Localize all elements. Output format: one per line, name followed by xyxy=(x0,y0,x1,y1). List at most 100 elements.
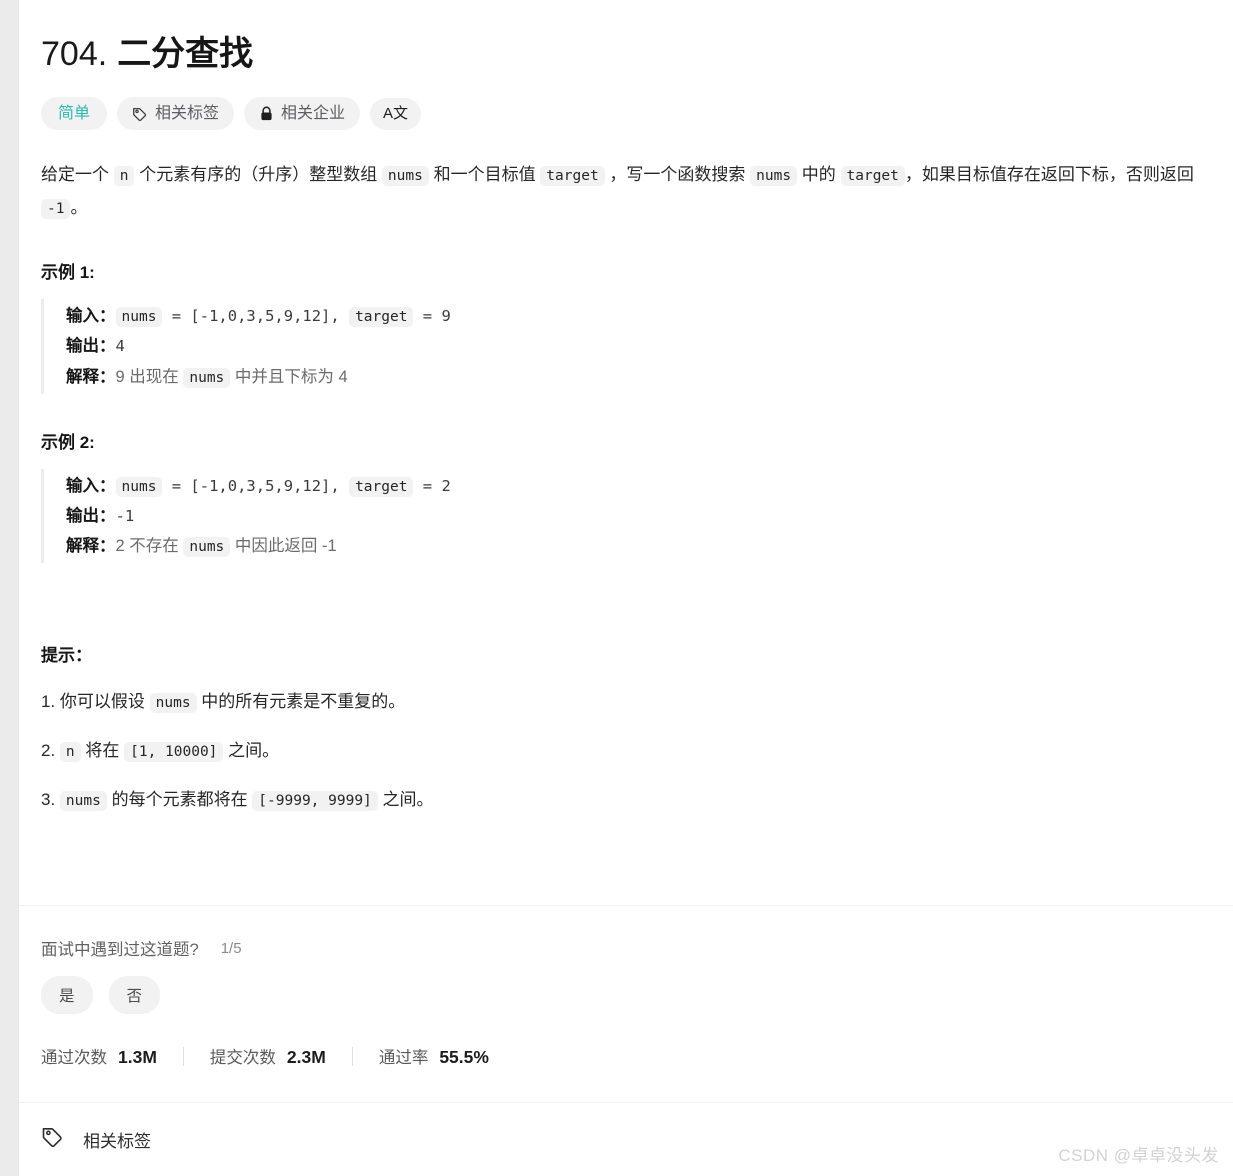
explain-pre: 2 不存在 xyxy=(115,536,184,555)
translate-button[interactable]: A文 xyxy=(370,97,422,130)
problem-title: 二分查找 xyxy=(117,35,254,73)
explain-post: 中并且下标为 4 xyxy=(230,367,348,386)
stat-value: 55.5% xyxy=(439,1047,489,1068)
stat-separator xyxy=(351,1046,353,1066)
poll-question: 面试中遇到过这道题? xyxy=(41,941,199,960)
desc-part-6: ，如果目标值存在返回下标，否则返回 xyxy=(904,165,1194,185)
input-target-value: = 9 xyxy=(413,307,451,326)
output-label: 输出： xyxy=(66,506,116,525)
code-chip-range: [-9999, 9999] xyxy=(252,790,378,811)
code-chip-target: target xyxy=(349,476,414,497)
hint-item: 3. nums 的每个元素都将在 [-9999, 9999] 之间。 xyxy=(41,786,1211,813)
problem-description: 给定一个 n 个元素有序的（升序）整型数组 nums 和一个目标值 target… xyxy=(41,158,1206,224)
related-tags-button[interactable]: 相关标签 xyxy=(117,97,235,131)
code-chip-range: [1, 10000] xyxy=(124,741,224,762)
problem-content: 704. 二分查找 简单 相关标签 相关企业 A文 给定一个 n 个元素有序的（… xyxy=(19,0,1233,813)
desc-part-1: 给定一个 xyxy=(41,165,114,185)
desc-part-3: 和一个目标值 xyxy=(428,165,541,185)
hint-pre: 你可以假设 xyxy=(55,691,150,711)
explain-label: 解释： xyxy=(66,536,116,555)
poll-yes-button[interactable]: 是 xyxy=(41,976,93,1015)
code-chip-nums: nums xyxy=(115,307,163,328)
output-value: 4 xyxy=(115,337,125,356)
desc-part-4: ，写一个函数搜索 xyxy=(604,165,751,185)
code-chip-nums-explain: nums xyxy=(183,536,231,557)
poll-no-button[interactable]: 否 xyxy=(108,976,161,1015)
difficulty-badge[interactable]: 简单 xyxy=(41,97,108,131)
code-chip-n: n xyxy=(59,741,81,762)
example-2-heading: 示例 2: xyxy=(41,432,95,452)
desc-part-2: 个元素有序的（升序）整型数组 xyxy=(134,165,382,185)
hints-heading: 提示： xyxy=(41,645,92,665)
example-1-heading: 示例 1: xyxy=(41,263,95,283)
input-array: = [-1,0,3,5,9,12], xyxy=(162,476,350,495)
desc-part-7: 。 xyxy=(70,198,88,218)
related-tags-section[interactable]: 相关标签 xyxy=(19,1103,1233,1154)
stat-accepted: 通过次数 1.3M xyxy=(41,1044,157,1068)
stat-label: 提交次数 xyxy=(209,1049,276,1068)
example-2-block: 输入： nums = [-1,0,3,5,9,12], target = 2 输出… xyxy=(41,468,1211,563)
code-chip-target-1: target xyxy=(540,166,605,187)
stat-acceptance-rate: 通过率 55.5% xyxy=(379,1044,489,1068)
badge-row: 简单 相关标签 相关企业 A文 xyxy=(41,97,1211,131)
poll-question-row: 面试中遇到过这道题? 1/5 xyxy=(41,936,1211,960)
poll-buttons: 是 否 xyxy=(41,976,1211,1015)
poll-count: 1/5 xyxy=(220,939,242,957)
footer-section: 面试中遇到过这道题? 1/5 是 否 通过次数 1.3M 提交次数 2.3M 通… xyxy=(19,906,1233,1068)
stat-label: 通过次数 xyxy=(41,1049,107,1068)
page-title: 704. 二分查找 xyxy=(41,26,1211,75)
example-1-block: 输入： nums = [-1,0,3,5,9,12], target = 9 输出… xyxy=(41,299,1211,394)
related-tags-label: 相关标签 xyxy=(155,105,220,122)
code-chip-nums: nums xyxy=(59,790,107,811)
input-label: 输入： xyxy=(66,307,116,326)
stats-row: 通过次数 1.3M 提交次数 2.3M 通过率 55.5% xyxy=(41,1044,1211,1068)
explain-post: 中因此返回 -1 xyxy=(230,536,337,555)
explain-pre: 9 出现在 xyxy=(115,367,184,386)
hint-mid: 将在 xyxy=(80,740,125,760)
example-1-output: 输出：4 xyxy=(66,331,1211,361)
desc-part-5: 中的 xyxy=(797,165,841,185)
stat-value: 2.3M xyxy=(286,1047,326,1068)
related-companies-button[interactable]: 相关企业 xyxy=(244,97,361,131)
lock-icon xyxy=(259,106,274,122)
tag-icon xyxy=(132,106,148,122)
stat-separator xyxy=(182,1046,184,1066)
problem-page: 704. 二分查找 简单 相关标签 相关企业 A文 给定一个 n 个元素有序的（… xyxy=(18,0,1233,1176)
tag-icon xyxy=(41,1125,65,1154)
hint-post: 之间。 xyxy=(377,789,434,809)
difficulty-label: 简单 xyxy=(58,105,91,122)
example-1-input: 输入： nums = [-1,0,3,5,9,12], target = 9 xyxy=(66,301,1211,331)
input-array: = [-1,0,3,5,9,12], xyxy=(162,307,350,326)
hint-number: 1. xyxy=(41,691,56,711)
code-chip-nums-2: nums xyxy=(750,166,798,187)
hint-mid: 的每个元素都将在 xyxy=(106,789,253,809)
translate-icon: A文 xyxy=(383,104,409,122)
related-companies-label: 相关企业 xyxy=(281,105,346,122)
stat-submissions: 提交次数 2.3M xyxy=(210,1044,326,1068)
hint-number: 2. xyxy=(41,740,56,760)
code-chip-target-2: target xyxy=(840,166,905,187)
output-label: 输出： xyxy=(66,337,116,356)
code-chip-minus-one: -1 xyxy=(41,199,71,220)
example-2-explanation: 解释：2 不存在 nums 中因此返回 -1 xyxy=(66,531,1211,561)
problem-number: 704. xyxy=(41,35,108,73)
spacer-before-tags xyxy=(19,1068,1233,1102)
code-chip-n: n xyxy=(113,166,135,187)
hint-number: 3. xyxy=(41,789,56,809)
hint-post: 中的所有元素是不重复的。 xyxy=(196,691,406,711)
explain-label: 解释： xyxy=(66,367,116,386)
related-tags-footer-label: 相关标签 xyxy=(83,1132,151,1152)
example-2-input: 输入： nums = [-1,0,3,5,9,12], target = 2 xyxy=(66,471,1211,501)
example-1-explanation: 解释：9 出现在 nums 中并且下标为 4 xyxy=(66,362,1211,392)
code-chip-target: target xyxy=(349,307,414,328)
code-chip-nums-1: nums xyxy=(381,166,429,187)
hint-item: 2. n 将在 [1, 10000] 之间。 xyxy=(41,737,1211,764)
example-2-output: 输出：-1 xyxy=(66,501,1211,531)
input-target-value: = 2 xyxy=(413,476,451,495)
code-chip-nums: nums xyxy=(149,692,197,713)
code-chip-nums: nums xyxy=(115,476,163,497)
stat-value: 1.3M xyxy=(118,1047,157,1068)
output-value: -1 xyxy=(115,506,135,525)
stat-label: 通过率 xyxy=(378,1049,429,1068)
